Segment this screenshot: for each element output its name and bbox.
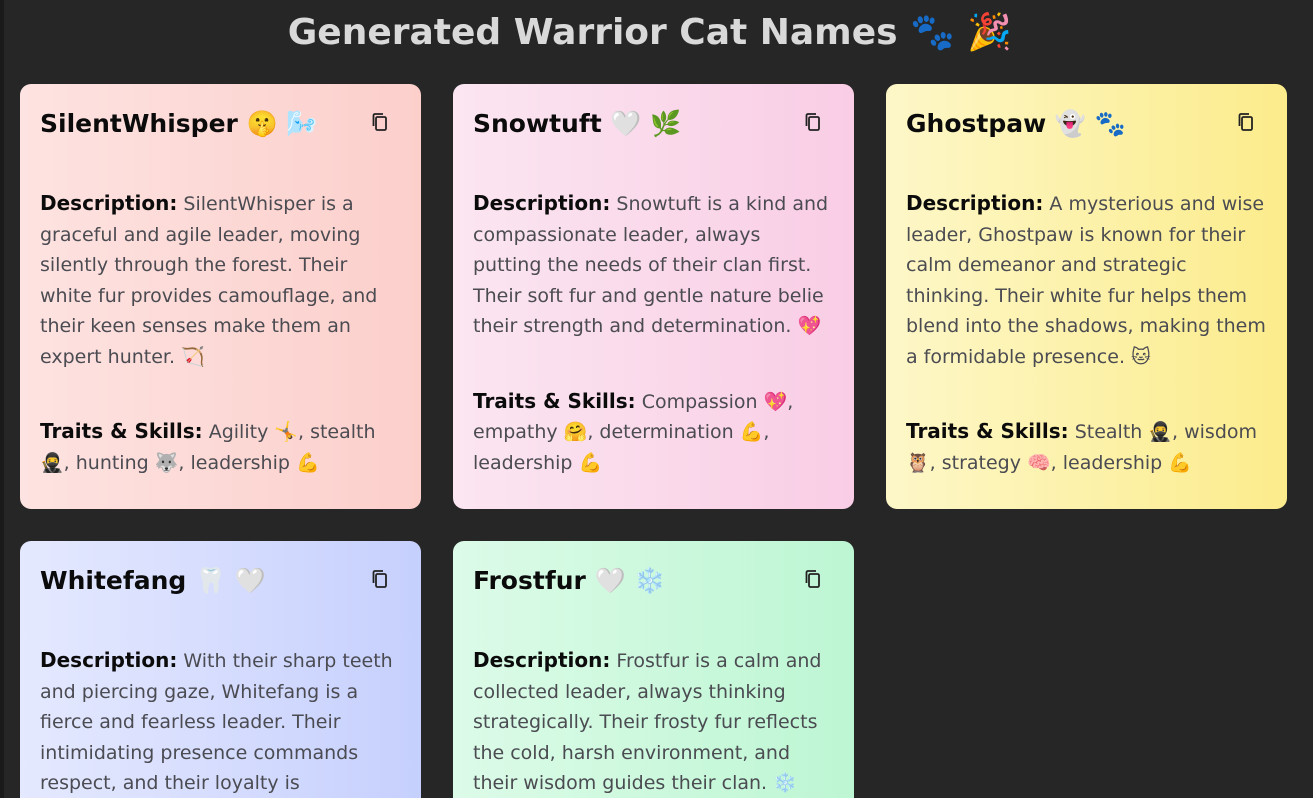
description-label: Description: — [906, 191, 1044, 215]
cat-name-card: Whitefang 🦷 🤍 Description: With their sh… — [20, 541, 421, 798]
copy-icon — [805, 570, 820, 588]
cat-name: Frostfur 🤍 ❄️ — [473, 566, 666, 595]
copy-button[interactable] — [1237, 112, 1255, 132]
cat-name: Snowtuft 🤍 🌿 — [473, 109, 682, 138]
cat-name-card: Snowtuft 🤍 🌿 Description: Snowtuft is a … — [453, 84, 854, 509]
description-text: With their sharp teeth and piercing gaze… — [40, 650, 393, 794]
card-header: Whitefang 🦷 🤍 — [40, 561, 401, 601]
card-header: Snowtuft 🤍 🌿 — [473, 104, 834, 144]
traits-label: Traits & Skills: — [906, 419, 1069, 443]
page: Generated Warrior Cat Names 🐾 🎉 SilentWh… — [0, 0, 1313, 798]
copy-button[interactable] — [371, 112, 389, 132]
card-description: Description: A mysterious and wise leade… — [906, 188, 1267, 372]
page-title: Generated Warrior Cat Names 🐾 🎉 — [287, 12, 1013, 53]
cat-name: Whitefang 🦷 🤍 — [40, 566, 266, 595]
traits-label: Traits & Skills: — [40, 419, 203, 443]
description-label: Description: — [473, 648, 611, 672]
copy-button[interactable] — [804, 569, 822, 589]
left-edge-divider — [0, 0, 4, 798]
copy-icon — [372, 570, 387, 588]
card-traits: Traits & Skills: Stealth 🥷, wisdom 🦉, st… — [906, 416, 1267, 478]
card-description: Description: Snowtuft is a kind and comp… — [473, 188, 834, 342]
description-label: Description: — [473, 191, 611, 215]
copy-icon — [1238, 113, 1253, 131]
description-label: Description: — [40, 191, 178, 215]
cat-name-card: SilentWhisper 🤫 🌬️ Description: SilentWh… — [20, 84, 421, 509]
cat-name-card: Frostfur 🤍 ❄️ Description: Frostfur is a… — [453, 541, 854, 798]
card-description: Description: Frostfur is a calm and coll… — [473, 645, 834, 798]
copy-button[interactable] — [804, 112, 822, 132]
description-text: A mysterious and wise leader, Ghostpaw i… — [906, 193, 1266, 368]
cat-name: SilentWhisper 🤫 🌬️ — [40, 109, 318, 138]
card-traits: Traits & Skills: Agility 🤸, stealth 🥷, h… — [40, 416, 401, 478]
copy-icon — [372, 113, 387, 131]
card-description: Description: SilentWhisper is a graceful… — [40, 188, 401, 372]
card-header: SilentWhisper 🤫 🌬️ — [40, 104, 401, 144]
description-label: Description: — [40, 648, 178, 672]
copy-icon — [805, 113, 820, 131]
copy-button[interactable] — [371, 569, 389, 589]
description-text: SilentWhisper is a graceful and agile le… — [40, 193, 378, 368]
card-header: Frostfur 🤍 ❄️ — [473, 561, 834, 601]
cat-name-card: Ghostpaw 👻 🐾 Description: A mysterious a… — [886, 84, 1287, 509]
card-description: Description: With their sharp teeth and … — [40, 645, 401, 798]
card-traits: Traits & Skills: Compassion 💖, empathy 🤗… — [473, 386, 834, 479]
card-header: Ghostpaw 👻 🐾 — [906, 104, 1267, 144]
traits-label: Traits & Skills: — [473, 388, 636, 413]
cat-name: Ghostpaw 👻 🐾 — [906, 109, 1126, 138]
